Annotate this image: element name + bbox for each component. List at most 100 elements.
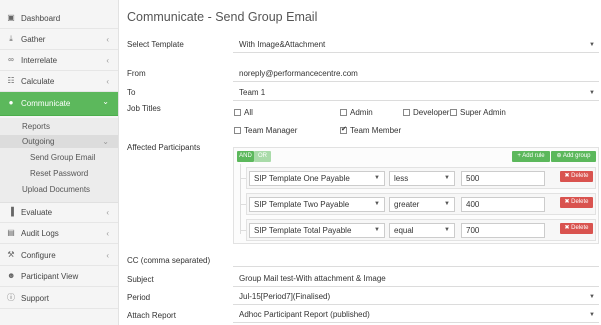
select-template-value: With Image&Attachment bbox=[239, 40, 326, 49]
rule-operator-select[interactable]: less ▼ bbox=[389, 171, 455, 186]
rule-field-select[interactable]: SIP Template Total Payable ▼ bbox=[249, 223, 385, 238]
sidebar-item-configure[interactable]: ⚒ Configure ‹ bbox=[0, 245, 118, 266]
delete-rule-button[interactable]: ✖ Delete bbox=[560, 223, 593, 234]
chat-icon: ● bbox=[8, 98, 14, 107]
rule-value: 400 bbox=[466, 200, 480, 209]
rule-value-input[interactable]: 500 bbox=[461, 171, 545, 186]
rule-value-input[interactable]: 700 bbox=[461, 223, 545, 238]
checkbox-all[interactable] bbox=[234, 109, 241, 116]
communicate-submenu: Reports Outgoing ⌄ Send Group Email Rese… bbox=[0, 118, 118, 203]
checkbox-all-label: All bbox=[244, 108, 253, 117]
download-icon: ⤓ bbox=[9, 34, 13, 43]
wrench-icon: ⚒ bbox=[7, 250, 15, 259]
sidebar-item-evaluate[interactable]: ▐ Evaluate ‹ bbox=[0, 202, 118, 223]
attach-report-label: Attach Report bbox=[127, 311, 176, 320]
chevron-left-icon: ‹ bbox=[106, 35, 109, 44]
sidebar-item-dashboard[interactable]: ▣ Dashboard bbox=[0, 8, 118, 29]
rule-operator-select[interactable]: greater ▼ bbox=[389, 197, 455, 212]
rule-connector bbox=[240, 164, 241, 234]
page-title: Communicate - Send Group Email bbox=[127, 10, 318, 24]
to-dropdown[interactable]: Team 1 ▼ bbox=[233, 86, 599, 101]
sidebar-item-gather[interactable]: ⤓ Gather ‹ bbox=[0, 29, 118, 50]
chevron-left-icon: ‹ bbox=[106, 208, 109, 217]
sidebar-item-label: Audit Logs bbox=[21, 229, 59, 238]
add-rule-button[interactable]: + Add rule bbox=[512, 151, 550, 162]
checkbox-team-manager[interactable] bbox=[234, 127, 241, 134]
checkbox-team-manager-label: Team Manager bbox=[244, 126, 298, 135]
checkbox-super-admin-label: Super Admin bbox=[460, 108, 506, 117]
sidebar-item-label: Dashboard bbox=[21, 14, 61, 23]
chart-icon: ▐ bbox=[8, 207, 14, 216]
help-icon: ⓘ bbox=[7, 293, 15, 302]
sidebar-item-label: Configure bbox=[21, 251, 56, 260]
attach-report-dropdown[interactable]: Adhoc Participant Report (published) ▼ bbox=[233, 308, 599, 323]
sidebar-item-audit-logs[interactable]: ▤ Audit Logs ‹ bbox=[0, 223, 118, 244]
period-dropdown[interactable]: Jul-15[Period7](Finalised) ▼ bbox=[233, 290, 599, 305]
caret-down-icon: ▼ bbox=[589, 312, 595, 318]
cc-label: CC (comma separated) bbox=[127, 256, 211, 265]
subject-field[interactable]: Group Mail test-With attachment & Image bbox=[233, 272, 599, 287]
rule-field-select[interactable]: SIP Template Two Payable ▼ bbox=[249, 197, 385, 212]
and-button[interactable]: AND bbox=[237, 151, 254, 162]
sidebar-item-label: Participant View bbox=[21, 272, 79, 281]
sidebar-item-label: Support bbox=[21, 294, 50, 303]
caret-down-icon: ▼ bbox=[374, 201, 380, 207]
delete-rule-button[interactable]: ✖ Delete bbox=[560, 197, 593, 208]
caret-down-icon: ▼ bbox=[444, 201, 450, 207]
checkbox-super-admin[interactable] bbox=[450, 109, 457, 116]
sidebar-item-label: Interrelate bbox=[21, 56, 58, 65]
calculator-icon: ☷ bbox=[7, 76, 15, 85]
sidebar-item-calculate[interactable]: ☷ Calculate ‹ bbox=[0, 71, 118, 92]
job-titles-label: Job Titles bbox=[127, 104, 161, 113]
sidebar-item-interrelate[interactable]: ∞ Interrelate ‹ bbox=[0, 50, 118, 71]
submenu-upload-documents[interactable]: Upload Documents bbox=[22, 185, 90, 194]
from-field[interactable]: noreply@performancecentre.com bbox=[233, 67, 599, 82]
sidebar-item-participant-view[interactable]: ☻ Participant View bbox=[0, 266, 118, 287]
caret-down-icon: ▼ bbox=[589, 294, 595, 300]
caret-down-icon: ▼ bbox=[374, 227, 380, 233]
caret-down-icon: ▼ bbox=[589, 90, 595, 96]
checkbox-admin-label: Admin bbox=[350, 108, 373, 117]
caret-down-icon: ▼ bbox=[444, 227, 450, 233]
sidebar-item-label: Calculate bbox=[21, 77, 55, 86]
sidebar-item-label: Evaluate bbox=[21, 208, 53, 217]
affected-participants-label: Affected Participants bbox=[127, 143, 201, 152]
sidebar-item-communicate[interactable]: ● Communicate ⌄ bbox=[0, 92, 118, 116]
rule-field-value: SIP Template One Payable bbox=[254, 174, 350, 183]
sidebar-item-label: Communicate bbox=[21, 99, 71, 108]
checkbox-team-member[interactable] bbox=[340, 125, 347, 134]
sidebar-item-label: Gather bbox=[21, 35, 46, 44]
rule-value-input[interactable]: 400 bbox=[461, 197, 545, 212]
period-value: Jul-15[Period7](Finalised) bbox=[239, 292, 331, 301]
checkbox-admin[interactable] bbox=[340, 109, 347, 116]
caret-down-icon: ▼ bbox=[444, 175, 450, 181]
delete-rule-button[interactable]: ✖ Delete bbox=[560, 171, 593, 182]
rule-operator-select[interactable]: equal ▼ bbox=[389, 223, 455, 238]
rule-operator-value: less bbox=[394, 174, 409, 183]
submenu-send-group-email[interactable]: Send Group Email bbox=[30, 153, 95, 162]
subject-value: Group Mail test-With attachment & Image bbox=[239, 274, 386, 283]
chevron-left-icon: ‹ bbox=[106, 77, 109, 86]
submenu-reset-password[interactable]: Reset Password bbox=[30, 169, 88, 178]
caret-down-icon: ▼ bbox=[589, 42, 595, 48]
select-template-dropdown[interactable]: With Image&Attachment ▼ bbox=[233, 38, 599, 53]
chevron-down-icon: ⌄ bbox=[102, 137, 109, 146]
submenu-reports[interactable]: Reports bbox=[22, 122, 50, 131]
chevron-left-icon: ‹ bbox=[106, 56, 109, 65]
to-value: Team 1 bbox=[239, 88, 266, 97]
rule-field-value: SIP Template Total Payable bbox=[254, 226, 352, 235]
sidebar-item-support[interactable]: ⓘ Support bbox=[0, 288, 118, 309]
period-label: Period bbox=[127, 293, 151, 302]
chevron-down-icon: ⌄ bbox=[102, 97, 109, 106]
rule-operator-value: equal bbox=[394, 226, 414, 235]
add-group-button[interactable]: ⊕ Add group bbox=[551, 151, 596, 162]
submenu-outgoing[interactable]: Outgoing ⌄ bbox=[0, 135, 118, 148]
rule-field-select[interactable]: SIP Template One Payable ▼ bbox=[249, 171, 385, 186]
dashboard-icon: ▣ bbox=[7, 13, 15, 22]
or-button[interactable]: OR bbox=[254, 151, 271, 162]
cc-field[interactable] bbox=[233, 252, 599, 267]
sidebar: ▣ Dashboard ⤓ Gather ‹ ∞ Interrelate ‹ ☷… bbox=[0, 0, 119, 325]
checkbox-developer[interactable] bbox=[403, 109, 410, 116]
subject-label: Subject bbox=[127, 275, 154, 284]
rule-value: 700 bbox=[466, 226, 480, 235]
